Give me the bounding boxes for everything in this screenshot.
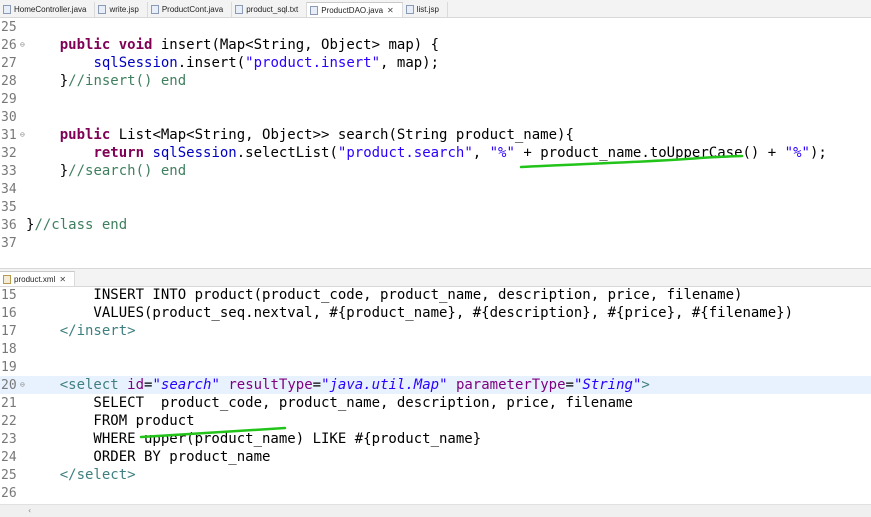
line-number: 21: [1, 396, 17, 411]
line-number: 23: [1, 432, 17, 447]
code-line[interactable]: 22 FROM product: [0, 412, 871, 430]
java-file-icon: [150, 5, 159, 14]
line-number: 30: [1, 110, 17, 125]
tab-label: list.jsp: [416, 5, 439, 14]
code-text: ORDER BY product_name: [26, 449, 271, 465]
code-line[interactable]: 31 ⊖ public List<Map<String, Object>> sea…: [0, 126, 871, 144]
code-line[interactable]: 27 sqlSession.insert("product.insert", m…: [0, 54, 871, 72]
horizontal-scrollbar[interactable]: ‹: [0, 504, 871, 517]
code-line[interactable]: 37: [0, 234, 871, 250]
line-number: 32: [1, 146, 17, 161]
code-text: </insert>: [59, 323, 136, 339]
code-text: return sqlSession.selectList("product.se…: [93, 145, 827, 161]
close-icon[interactable]: ✕: [387, 6, 394, 15]
code-text: public void insert(Map<String, Object> m…: [59, 37, 440, 53]
code-line[interactable]: 35: [0, 198, 871, 216]
java-code-editor[interactable]: 25 26 ⊖ public void insert(Map<String, Obj…: [0, 18, 871, 250]
code-line[interactable]: 26: [0, 484, 871, 502]
code-text: FROM product: [26, 413, 195, 429]
tab-productdao[interactable]: ProductDAO.java ✕: [307, 2, 403, 17]
line-number: 35: [1, 200, 17, 215]
line-number: 29: [1, 92, 17, 107]
line-number: 37: [1, 236, 17, 250]
code-line[interactable]: 15 INSERT INTO product(product_code, pro…: [0, 286, 871, 304]
line-number: 24: [1, 450, 17, 465]
jsp-file-icon: [98, 5, 107, 14]
code-line[interactable]: 29: [0, 90, 871, 108]
tab-label: ProductDAO.java: [321, 5, 384, 15]
tab-homecontroller[interactable]: HomeController.java: [0, 2, 96, 17]
code-text: }//class end: [26, 217, 128, 233]
line-number: 27: [1, 56, 17, 71]
line-number: 26: [1, 38, 17, 53]
code-line[interactable]: 36 }//class end: [0, 216, 871, 234]
code-line[interactable]: 21 SELECT product_code, product_name, de…: [0, 394, 871, 412]
code-text: SELECT product_code, product_name, descr…: [26, 395, 633, 411]
line-number: 22: [1, 414, 17, 429]
code-text: sqlSession.insert("product.insert", map)…: [93, 55, 440, 71]
line-number: 25: [1, 20, 17, 35]
close-icon[interactable]: ✕: [59, 275, 66, 284]
line-number: 15: [1, 288, 17, 303]
tab-list-jsp[interactable]: list.jsp: [403, 2, 448, 17]
tab-label: product.xml: [14, 274, 56, 284]
java-file-icon: [3, 5, 11, 14]
tab-label: product_sql.txt: [246, 5, 299, 14]
code-text: WHERE upper(product_name) LIKE #{product…: [26, 431, 482, 447]
xml-code-editor[interactable]: 15 INSERT INTO product(product_code, pro…: [0, 286, 871, 504]
line-number: 34: [1, 182, 17, 197]
code-line[interactable]: 17 </insert>: [0, 322, 871, 340]
editor-divider: [0, 254, 871, 267]
code-line[interactable]: 33 }//search() end: [0, 162, 871, 180]
line-number: 36: [1, 218, 17, 233]
xml-file-icon: [3, 274, 11, 284]
code-text: }//search() end: [26, 163, 187, 179]
code-text: public List<Map<String, Object>> search(…: [59, 127, 574, 143]
line-number: 17: [1, 324, 17, 339]
java-file-icon: [310, 5, 319, 15]
tab-label: HomeController.java: [14, 5, 87, 14]
code-text: <select id="search" resultType="java.uti…: [59, 377, 650, 393]
xml-tab-bar: product.xml ✕: [0, 268, 871, 287]
scroll-left-arrow-icon[interactable]: ‹: [28, 506, 31, 515]
code-line[interactable]: 32 return sqlSession.selectList("product…: [0, 144, 871, 162]
code-line[interactable]: 28 }//insert() end: [0, 72, 871, 90]
code-line[interactable]: 23 WHERE upper(product_name) LIKE #{prod…: [0, 430, 871, 448]
tab-product-xml[interactable]: product.xml ✕: [0, 271, 76, 286]
tab-product-sql[interactable]: product_sql.txt: [232, 2, 308, 17]
code-text: }//insert() end: [26, 73, 187, 89]
line-number: 26: [1, 486, 17, 501]
code-text: </select>: [59, 467, 136, 483]
line-number: 33: [1, 164, 17, 179]
tab-label: ProductCont.java: [161, 5, 224, 14]
editor-tab-bar: HomeController.java write.jsp ProductCon…: [0, 0, 871, 18]
tab-write-jsp[interactable]: write.jsp: [95, 2, 148, 17]
code-line[interactable]: 34: [0, 180, 871, 198]
code-line[interactable]: 25: [0, 18, 871, 36]
code-line[interactable]: 25 </select>: [0, 466, 871, 484]
tab-productcont[interactable]: ProductCont.java: [148, 2, 233, 17]
code-line[interactable]: 24 ORDER BY product_name: [0, 448, 871, 466]
line-number: 25: [1, 468, 17, 483]
text-file-icon: [235, 5, 244, 14]
code-line[interactable]: 18: [0, 340, 871, 358]
code-text: VALUES(product_seq.nextval, #{product_na…: [26, 305, 794, 321]
jsp-file-icon: [405, 5, 414, 14]
code-line[interactable]: 26 ⊖ public void insert(Map<String, Objec…: [0, 36, 871, 54]
line-number: 31: [1, 128, 17, 143]
code-text: INSERT INTO product(product_code, produc…: [26, 287, 743, 303]
line-number: 28: [1, 74, 17, 89]
code-line[interactable]: 20 ⊖ <select id="search" resultType="java…: [0, 376, 871, 394]
line-number: 19: [1, 360, 17, 375]
code-line[interactable]: 19: [0, 358, 871, 376]
tab-label: write.jsp: [109, 5, 139, 14]
code-line[interactable]: 30: [0, 108, 871, 126]
line-number: 16: [1, 306, 17, 321]
line-number: 18: [1, 342, 17, 357]
code-line[interactable]: 16 VALUES(product_seq.nextval, #{product…: [0, 304, 871, 322]
line-number: 20: [1, 378, 17, 393]
